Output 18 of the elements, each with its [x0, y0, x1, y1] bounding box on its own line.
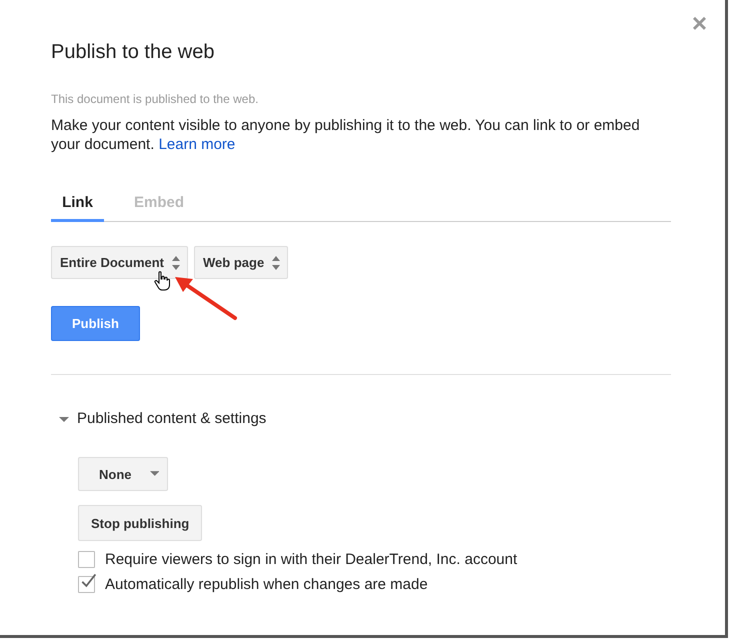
hand-cursor-icon [154, 271, 170, 291]
section-title: Published content & settings [77, 410, 266, 427]
up-down-arrows-icon [272, 256, 280, 270]
up-down-arrows-icon [172, 256, 180, 270]
select-dropdown[interactable]: Entire Document [51, 246, 188, 279]
stop-publishing-button[interactable]: Stop publishing [78, 505, 202, 541]
tab[interactable]: Link [51, 188, 104, 222]
dropdown-caret-icon [150, 471, 159, 477]
status-text: This document is published to the web. [51, 92, 260, 106]
checkbox-label: Require viewers to sign in with their DealerTrend, Inc. account [105, 551, 518, 568]
format-dropdown[interactable]: None [78, 457, 168, 491]
learn-more-link[interactable]: Learn more [158, 136, 236, 153]
description-text: Make your content visible to anyone by publishing it to the web. You can link to or embed your document. Learn more [51, 116, 641, 154]
checkbox-label: Automatically republish when changes are made [105, 576, 428, 593]
dialog-title: Publish to the web [51, 40, 216, 64]
checkbox[interactable] [78, 551, 95, 568]
checkbox[interactable] [78, 576, 95, 593]
select-dropdown[interactable]: Web page [194, 246, 288, 279]
